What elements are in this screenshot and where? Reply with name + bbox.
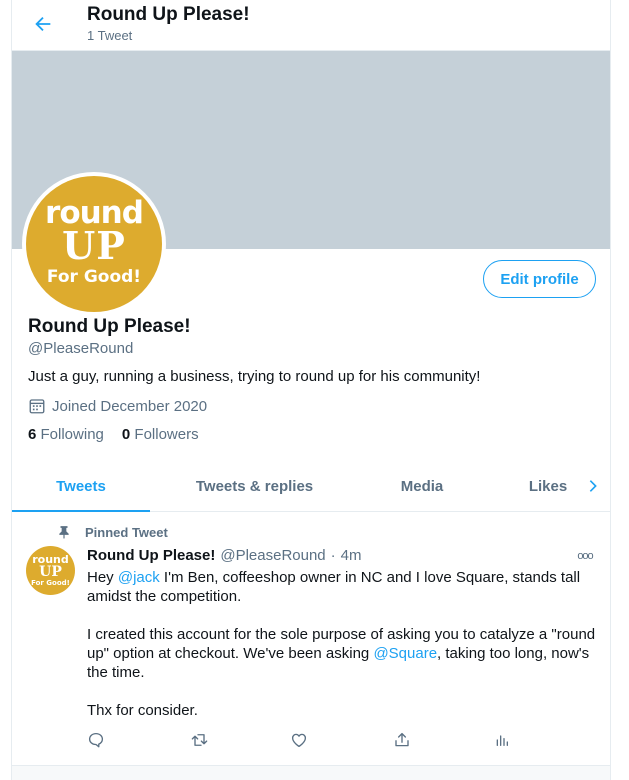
- followers-label: Followers: [134, 426, 199, 443]
- profile-bio: Just a guy, running a business, trying t…: [28, 368, 481, 385]
- following-label: Following: [40, 426, 104, 443]
- retweet-button[interactable]: [187, 728, 211, 752]
- tweet-paragraph-3: Thx for consider.: [87, 702, 198, 719]
- calendar-icon: [29, 399, 45, 414]
- following-link[interactable]: 6 Following: [28, 426, 104, 443]
- logo-text-for-good: For Good!: [46, 267, 142, 287]
- edit-profile-button[interactable]: Edit profile: [483, 260, 596, 298]
- tweet-avatar[interactable]: round UP For Good!: [26, 546, 75, 595]
- follow-stats: 6 Following 0 Followers: [28, 426, 199, 443]
- reply-icon: [88, 732, 104, 748]
- tweet-text-segment: I'm Ben, coffeeshop owner in NC and I lo…: [87, 569, 581, 605]
- joined-label: Joined December 2020: [52, 397, 208, 415]
- chevron-right-icon: [589, 480, 597, 492]
- tweet-separator: ·: [330, 547, 336, 564]
- reply-button[interactable]: [84, 728, 108, 752]
- back-button[interactable]: [30, 11, 56, 37]
- tweet-text-segment: Hey: [87, 569, 118, 586]
- following-count: 6: [28, 426, 37, 443]
- tweet-paragraph-1: Hey @jack I'm Ben, coffeeshop owner in N…: [87, 568, 597, 606]
- profile-name: Round Up Please!: [28, 316, 191, 337]
- header-title: Round Up Please!: [87, 4, 250, 25]
- followers-link[interactable]: 0 Followers: [122, 426, 199, 443]
- followers-count: 0: [121, 426, 131, 443]
- timeline-continuation: [12, 766, 610, 780]
- profile-handle: @PleaseRound: [28, 340, 134, 357]
- mention-square[interactable]: @Square: [373, 645, 437, 662]
- tab-media[interactable]: Media: [382, 461, 462, 511]
- more-icon: ooo: [577, 550, 593, 562]
- tweet-logo-up: UP: [39, 564, 62, 580]
- analytics-button[interactable]: [490, 728, 514, 752]
- tweet-author-name[interactable]: Round Up Please!: [87, 547, 215, 564]
- tabs-next-button[interactable]: [580, 473, 606, 499]
- pinned-tweet[interactable]: Pinned Tweet round UP For Good! Round Up…: [12, 512, 610, 766]
- profile-avatar[interactable]: round UP For Good!: [22, 172, 166, 316]
- profile-column: Round Up Please! 1 Tweet round UP For Go…: [11, 0, 611, 780]
- retweet-icon: [191, 734, 207, 746]
- share-button[interactable]: [390, 728, 414, 752]
- tweet-timestamp[interactable]: 4m: [341, 547, 362, 564]
- joined-date: Joined December 2020: [28, 397, 207, 415]
- round-up-logo: round UP For Good!: [26, 176, 162, 312]
- tweet-text: Hey @jack I'm Ben, coffeeshop owner in N…: [87, 568, 597, 720]
- pinned-indicator: Pinned Tweet: [57, 524, 168, 540]
- tweet-actions: [12, 728, 610, 752]
- heart-icon: [291, 733, 307, 748]
- profile-tabs: Tweets Tweets & replies Media Likes: [12, 461, 610, 512]
- profile-header: Round Up Please! 1 Tweet: [12, 0, 610, 51]
- tweet-paragraph-2: I created this account for the sole purp…: [87, 625, 597, 682]
- header-tweet-count: 1 Tweet: [87, 28, 133, 43]
- tab-likes[interactable]: Likes: [518, 461, 578, 511]
- tweet-header: Round Up Please! @PleaseRound · 4m: [87, 547, 362, 564]
- mention-jack[interactable]: @jack: [118, 569, 160, 586]
- tab-tweets[interactable]: Tweets: [12, 461, 150, 511]
- share-icon: [395, 732, 409, 747]
- analytics-icon: [496, 735, 508, 746]
- logo-text-up: UP: [62, 223, 126, 268]
- tweet-author-handle[interactable]: @PleaseRound: [220, 547, 325, 564]
- like-button[interactable]: [287, 728, 311, 752]
- pin-icon: [59, 526, 69, 539]
- back-arrow-icon: [35, 16, 51, 32]
- tab-tweets-replies[interactable]: Tweets & replies: [182, 461, 327, 511]
- more-options-button[interactable]: ooo: [574, 546, 596, 566]
- pinned-label: Pinned Tweet: [85, 524, 168, 540]
- tweet-logo-for-good: For Good!: [31, 579, 70, 587]
